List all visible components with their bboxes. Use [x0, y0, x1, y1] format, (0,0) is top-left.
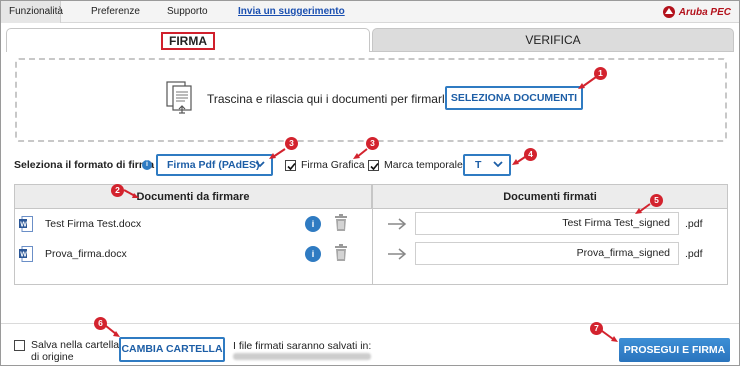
- file-info-icon[interactable]: i: [305, 246, 321, 262]
- formato-info-icon[interactable]: i: [142, 160, 152, 170]
- marker-6: 6: [94, 317, 107, 330]
- app-window: Funzionalità Preferenze Supporto Invia u…: [0, 0, 740, 366]
- cambia-cartella-button[interactable]: CAMBIA CARTELLA: [119, 337, 225, 362]
- chevron-down-icon: [493, 161, 503, 168]
- chevron-down-icon: [255, 161, 265, 168]
- prosegui-e-firma-button[interactable]: PROSEGUI E FIRMA: [619, 338, 730, 362]
- tab-verifica[interactable]: VERIFICA: [372, 28, 734, 51]
- marker-7: 7: [590, 322, 603, 335]
- saved-location-path-redacted: [233, 353, 371, 360]
- formato-firma-label: Seleziona il formato di firma: [14, 159, 155, 171]
- salva-cartella-origine-checkbox[interactable]: [14, 340, 25, 351]
- checkmark-icon: [370, 162, 379, 171]
- marker-3b: 3: [366, 137, 379, 150]
- marker-2: 2: [111, 184, 124, 197]
- marca-temporale-checkbox[interactable]: [368, 160, 379, 171]
- word-file-icon: W: [19, 246, 33, 262]
- file-name: Test Firma Test.docx: [45, 218, 142, 230]
- header-documenti-firmati: Documenti firmati: [373, 185, 727, 209]
- table-row: W Prova_firma.docx i Prova_firma_signed …: [15, 241, 727, 267]
- seleziona-documenti-button[interactable]: SELEZIONA DOCUMENTI: [445, 86, 583, 110]
- menu-supporto[interactable]: Supporto: [159, 1, 216, 23]
- drop-zone[interactable]: Trascina e rilascia qui i documenti per …: [15, 58, 727, 142]
- saved-location-label: I file firmati saranno salvati in:: [233, 340, 372, 352]
- marker-7-arrow-icon: [601, 330, 618, 342]
- tab-firma-label: FIRMA: [161, 32, 215, 50]
- checkmark-icon: [287, 162, 296, 171]
- menu-suggerimento-link[interactable]: Invia un suggerimento: [230, 1, 353, 23]
- marker-3a: 3: [285, 137, 298, 150]
- svg-text:W: W: [20, 222, 27, 229]
- salva-cartella-origine-label: Salva nella cartella di origine: [31, 339, 119, 363]
- drop-zone-text: Trascina e rilascia qui i documenti per …: [207, 92, 448, 106]
- marker-5: 5: [650, 194, 663, 207]
- marca-temporale-value: T: [475, 159, 482, 171]
- word-file-icon: W: [19, 216, 33, 232]
- formato-firma-value: Firma Pdf (PAdES): [167, 159, 260, 171]
- bottom-separator: [1, 323, 739, 324]
- menu-funzionalita[interactable]: Funzionalità: [1, 1, 63, 23]
- tab-bar: FIRMA VERIFICA: [6, 28, 734, 52]
- file-name: Prova_firma.docx: [45, 248, 127, 260]
- output-name-field[interactable]: Test Firma Test_signed: [415, 212, 679, 235]
- arrow-right-icon: [388, 248, 407, 260]
- header-documenti-da-firmare: Documenti da firmare: [15, 185, 372, 209]
- menu-preferenze[interactable]: Preferenze: [83, 1, 148, 23]
- firma-grafica-checkbox[interactable]: [285, 160, 296, 171]
- formato-firma-select[interactable]: Firma Pdf (PAdES): [156, 154, 273, 176]
- aruba-logo: Aruba PEC: [662, 5, 731, 19]
- documents-table: Documenti da firmare Documenti firmati W…: [14, 184, 728, 285]
- documents-upload-icon: [166, 81, 192, 114]
- aruba-logo-icon: [662, 6, 675, 18]
- arrow-right-icon: [388, 218, 407, 230]
- marca-temporale-label: Marca temporale: [384, 159, 463, 171]
- aruba-logo-text: Aruba PEC: [678, 6, 731, 18]
- salva-label-line-1: Salva nella cartella: [31, 339, 120, 351]
- tab-firma[interactable]: FIRMA: [6, 28, 370, 52]
- table-row: W Test Firma Test.docx i Test Firma Test…: [15, 211, 727, 237]
- marker-4: 4: [524, 148, 537, 161]
- svg-text:W: W: [20, 252, 27, 259]
- file-info-icon[interactable]: i: [305, 216, 321, 232]
- salva-label-line-2: di origine: [31, 351, 74, 363]
- trash-icon[interactable]: [334, 244, 348, 262]
- trash-icon[interactable]: [334, 214, 348, 232]
- marker-1: 1: [594, 67, 607, 80]
- output-extension: .pdf: [685, 218, 703, 230]
- output-name-field[interactable]: Prova_firma_signed: [415, 242, 679, 265]
- marca-temporale-select[interactable]: T: [463, 154, 511, 176]
- firma-grafica-label: Firma Grafica: [301, 159, 365, 171]
- menu-bar: Funzionalità Preferenze Supporto Invia u…: [1, 1, 739, 23]
- output-extension: .pdf: [685, 248, 703, 260]
